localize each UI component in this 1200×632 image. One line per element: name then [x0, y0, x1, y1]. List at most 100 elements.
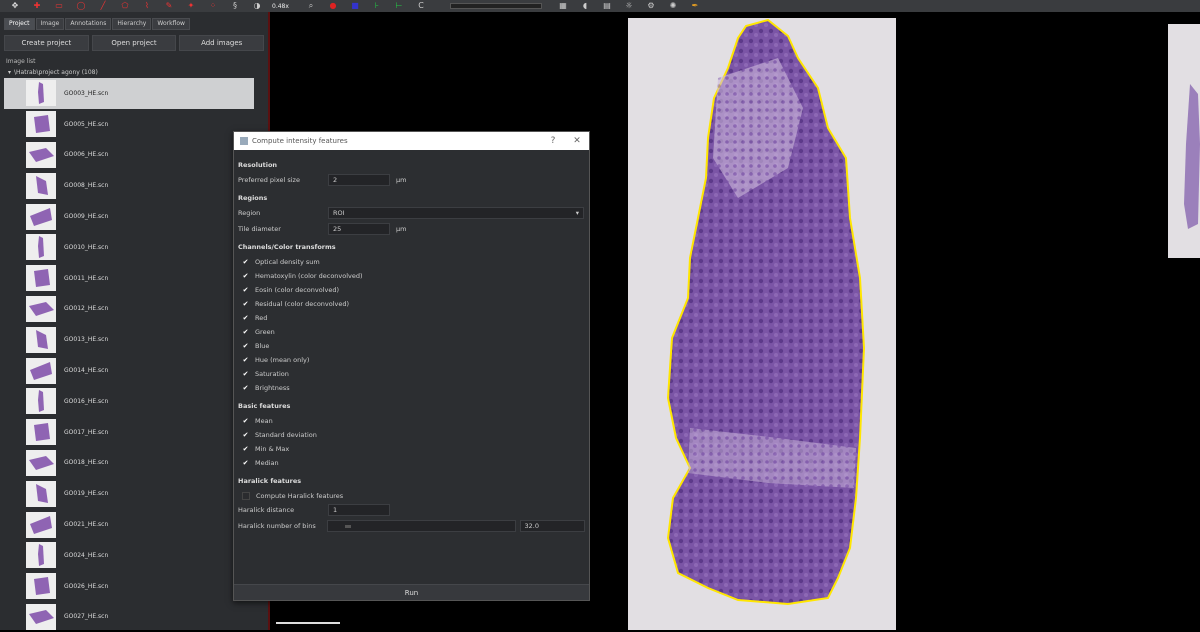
haralick-bins-label: Haralick number of bins — [238, 522, 316, 530]
checkbox-row[interactable]: ✔ Min & Max — [238, 442, 585, 456]
image-list-item[interactable]: GO013_HE.scn — [4, 324, 264, 355]
settings-icon[interactable]: § — [228, 1, 242, 11]
script-icon[interactable]: ⚙ — [644, 1, 658, 11]
pixel-size-input[interactable]: 2 — [328, 174, 390, 186]
contrast-icon[interactable]: ◑ — [250, 1, 264, 11]
checkbox-row[interactable]: ✔ Hue (mean only) — [238, 353, 585, 367]
image-list-item[interactable]: GO008_HE.scn — [4, 170, 264, 201]
checkbox-row[interactable]: ✔ Standard deviation — [238, 428, 585, 442]
checkmark-icon[interactable]: ✔ — [242, 286, 249, 294]
checkmark-icon[interactable]: ✔ — [242, 459, 249, 467]
image-list-item[interactable]: GO009_HE.scn — [4, 201, 264, 232]
detection-icon[interactable]: ⊢ — [392, 1, 406, 11]
annotation-icon[interactable]: ⊦ — [370, 1, 384, 11]
open-project-button[interactable]: Open project — [91, 35, 177, 51]
ellipse-icon[interactable]: ◯ — [74, 1, 88, 11]
expand-icon[interactable]: ▾ — [8, 69, 11, 76]
gear-icon[interactable]: ✺ — [666, 1, 680, 11]
cell-icon[interactable]: ◖ — [578, 1, 592, 11]
project-tree-root[interactable]: ▾ \Hatrab\project agony (108) — [0, 67, 268, 78]
line-icon[interactable]: ╱ — [96, 1, 110, 11]
close-icon[interactable]: ✕ — [565, 136, 589, 146]
image-list-item[interactable]: GO024_HE.scn — [4, 540, 264, 571]
checkmark-icon[interactable]: ✔ — [242, 258, 249, 266]
checkbox-row[interactable]: ✔ Green — [238, 325, 585, 339]
haralick-distance-input[interactable]: 1 — [328, 504, 390, 516]
checkbox-empty-icon[interactable] — [242, 492, 250, 500]
image-list-item[interactable]: GO018_HE.scn — [4, 448, 264, 479]
image-list-item[interactable]: GO021_HE.scn — [4, 509, 264, 540]
image-name: GO003_HE.scn — [64, 89, 109, 97]
checkbox-row[interactable]: ✔ Hematoxylin (color deconvolved) — [238, 269, 585, 283]
rectangle-icon[interactable]: ▭ — [52, 1, 66, 11]
checkmark-icon[interactable]: ✔ — [242, 300, 249, 308]
image-list-item[interactable]: GO005_HE.scn — [4, 109, 264, 140]
image-list-item[interactable]: GO017_HE.scn — [4, 417, 264, 448]
checkmark-icon[interactable]: ✔ — [242, 314, 249, 322]
checkbox-row[interactable]: ✔ Residual (color deconvolved) — [238, 297, 585, 311]
checkmark-icon[interactable]: ✔ — [242, 384, 249, 392]
pen-icon[interactable]: ✒ — [688, 1, 702, 11]
points-icon[interactable]: ⁘ — [206, 1, 220, 11]
tab-image[interactable]: Image — [35, 18, 65, 30]
light-icon[interactable]: ☼ — [622, 1, 636, 11]
image-list-item[interactable]: GO026_HE.scn — [4, 571, 264, 602]
checkmark-icon[interactable]: ✔ — [242, 272, 249, 280]
create-project-button[interactable]: Create project — [4, 35, 89, 51]
checkmark-icon[interactable]: ✔ — [242, 342, 249, 350]
grid-icon[interactable]: ■ — [348, 1, 362, 11]
checkbox-row[interactable]: ✔ Blue — [238, 339, 585, 353]
plus-icon[interactable]: ✚ — [30, 1, 44, 11]
checkbox-row[interactable]: ✔ Eosin (color deconvolved) — [238, 283, 585, 297]
image-list-item[interactable]: GO010_HE.scn — [4, 232, 264, 263]
table-icon[interactable]: ▤ — [600, 1, 614, 11]
checkbox-row[interactable]: ✔ Brightness — [238, 381, 585, 395]
tab-annotations[interactable]: Annotations — [65, 18, 112, 30]
help-icon[interactable]: ? — [541, 136, 565, 146]
image-list-item[interactable]: GO006_HE.scn — [4, 140, 264, 171]
image-list-item[interactable]: GO011_HE.scn — [4, 263, 264, 294]
zoom-icon[interactable]: ⌕ — [304, 1, 318, 11]
slide-image[interactable] — [628, 18, 896, 630]
tab-project[interactable]: Project — [4, 18, 35, 30]
checkmark-icon[interactable]: ✔ — [242, 417, 249, 425]
image-list-item[interactable]: GO012_HE.scn — [4, 294, 264, 325]
image-list-item[interactable]: GO027_HE.scn — [4, 602, 264, 630]
checkmark-icon[interactable]: ✔ — [242, 445, 249, 453]
tile-diameter-input[interactable]: 25 — [328, 223, 390, 235]
refresh-icon[interactable]: C — [414, 1, 428, 11]
opacity-slider[interactable] — [450, 3, 542, 9]
checkmark-icon[interactable]: ✔ — [242, 370, 249, 378]
brush-icon[interactable]: ✎ — [162, 1, 176, 11]
channels-list: ✔ Optical density sum ✔ Hematoxylin (color … — [238, 255, 585, 395]
image-list-item[interactable]: GO016_HE.scn — [4, 386, 264, 417]
image-list-item[interactable]: GO003_HE.scn — [4, 78, 254, 109]
polygon-icon[interactable]: ⬠ — [118, 1, 132, 11]
slider-thumb[interactable] — [345, 525, 352, 528]
record-icon[interactable]: ● — [326, 1, 340, 11]
haralick-bins-slider[interactable] — [327, 520, 516, 532]
checkbox-row[interactable]: ✔ Red — [238, 311, 585, 325]
move-icon[interactable]: ✥ — [8, 1, 22, 11]
image-name: GO024_HE.scn — [64, 551, 109, 559]
checkmark-icon[interactable]: ✔ — [242, 328, 249, 336]
checkmark-icon[interactable]: ✔ — [242, 356, 249, 364]
run-button[interactable]: Run — [234, 584, 589, 600]
image-list-item[interactable]: GO014_HE.scn — [4, 355, 264, 386]
region-select[interactable]: ROI ▾ — [328, 207, 584, 219]
polyline-icon[interactable]: ⌇ — [140, 1, 154, 11]
tab-workflow[interactable]: Workflow — [152, 18, 190, 30]
tab-hierarchy[interactable]: Hierarchy — [112, 18, 152, 30]
checkbox-row[interactable]: ✔ Saturation — [238, 367, 585, 381]
measure-icon[interactable]: ▦ — [556, 1, 570, 11]
image-list-item[interactable]: GO019_HE.scn — [4, 478, 264, 509]
add-images-button[interactable]: Add images — [179, 35, 265, 51]
checkbox-row[interactable]: ✔ Mean — [238, 414, 585, 428]
checkbox-row[interactable]: ✔ Median — [238, 456, 585, 470]
checkmark-icon[interactable]: ✔ — [242, 431, 249, 439]
haralick-compute-checkbox[interactable]: Compute Haralick features — [238, 489, 585, 503]
haralick-bins-value[interactable]: 32.0 — [519, 520, 585, 532]
slide-thumbnail-overview[interactable] — [1168, 24, 1200, 258]
wand-icon[interactable]: ✦ — [184, 1, 198, 11]
checkbox-row[interactable]: ✔ Optical density sum — [238, 255, 585, 269]
